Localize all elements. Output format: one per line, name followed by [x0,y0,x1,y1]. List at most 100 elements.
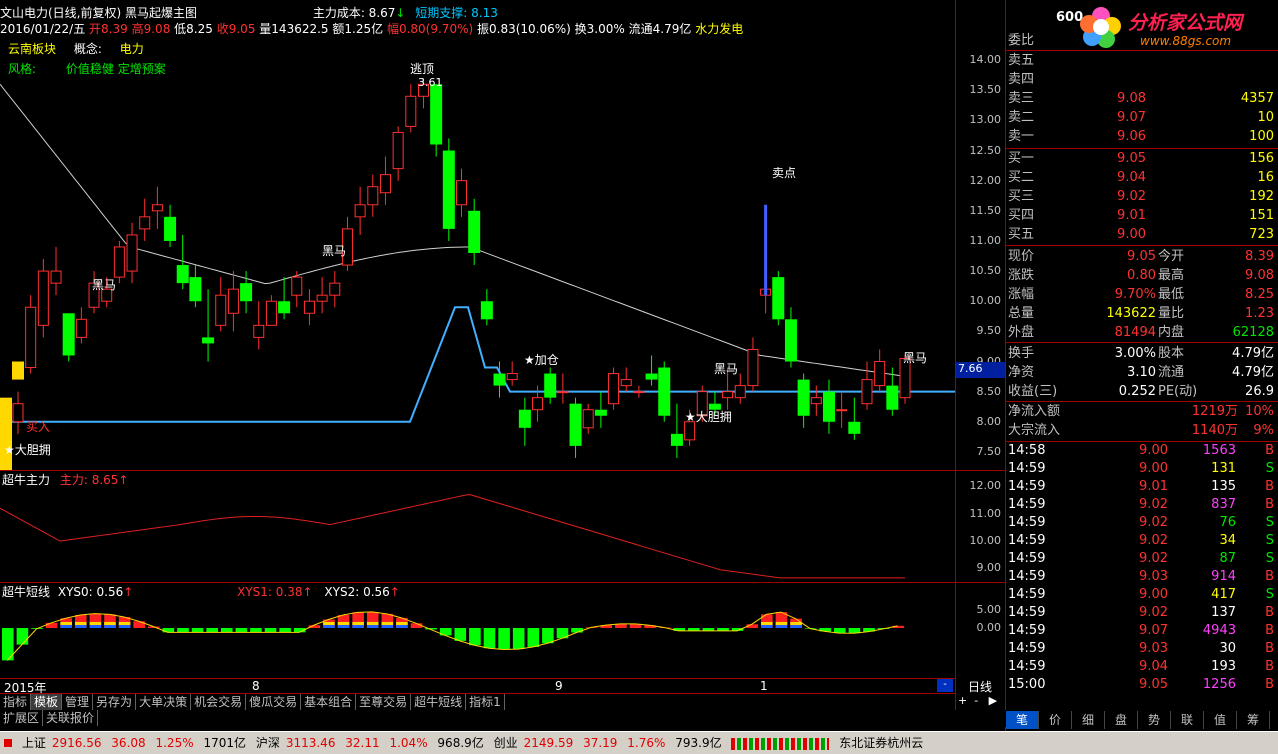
buy-level-row: 买三 9.02 192 [1008,189,1274,204]
histogram-bar [45,622,58,628]
hs-amount: 968.9亿 [437,736,484,750]
scroll-minus-button[interactable]: - [937,679,953,692]
quote-tab-2[interactable]: 细 [1072,711,1105,729]
indicator2-axis-tick: 0.00 [976,621,1002,634]
histogram-bar [206,628,218,633]
tick-row: 14:58 9.00 1563 B [1008,443,1274,458]
candle [75,307,87,344]
quote-tab-6[interactable]: 值 [1204,711,1237,729]
quote-panel: 600 委比 卖五 卖四 卖三 9.08 4357 卖二 9.07 10 卖一 9.06 100 买一 9… [1006,0,1278,710]
candle [316,277,328,314]
candle [544,367,557,404]
flower-logo-icon [1080,7,1121,48]
buy-level-row: 买四 9.01 151 [1008,208,1274,223]
candle [658,361,671,422]
price-axis-tick: 10.50 [969,264,1002,278]
tab-8[interactable]: 至尊交易 [356,694,412,710]
quote-tab-1[interactable]: 价 [1039,711,1072,729]
extension-bar: 扩展区 关联报价 [0,710,1006,727]
bold-buy-label-1: ★大胆拥 [4,443,51,457]
quote-stat-row: 外盘 81494 内盘 62128 [1008,325,1274,340]
quote-tab-4[interactable]: 势 [1138,711,1171,729]
tab-7[interactable]: 基本组合 [301,694,357,710]
tick-row: 14:59 9.02 34 S [1008,533,1274,548]
tab-3[interactable]: 另存为 [93,694,137,710]
logo-url: www.88gs.com [1140,34,1232,48]
heima-label-1: 黑马 [92,278,117,292]
candle [608,367,620,410]
candle [253,301,265,350]
cy-label[interactable]: 创业 [494,736,518,750]
candle [836,391,848,428]
hs-label[interactable]: 沪深 [256,736,280,750]
candle [329,271,341,308]
quote-stat2-row: 换手 3.00% 股本 4.79亿 [1008,346,1274,361]
candle [12,391,24,434]
histogram-bar [381,613,394,628]
price-axis-tick: 8.00 [976,414,1002,428]
time-axis-jan: 1 [760,679,768,693]
bar-volume: 量143622.5 [259,22,329,36]
histogram-bar [220,628,233,633]
quote-tab-5[interactable]: 联 [1171,711,1204,729]
market-status-bar: 上证 2916.56 36.08 1.25% 1701亿 沪深 3113.46 32… [0,731,1278,754]
histogram-bar [790,618,802,628]
histogram-bar [542,628,554,644]
yellow-signal-bar [0,397,12,470]
indicator2-axis: 5.00 0.00 [955,582,1005,678]
buy-level-row: 买五 9.00 723 [1008,227,1274,242]
price-axis-tick: 11.50 [969,203,1002,217]
add-position-label: ★加仓 [524,353,559,367]
candle [278,277,291,320]
candle [734,373,746,404]
candlestick-chart[interactable] [0,36,955,470]
tab-4[interactable]: 大单决策 [136,694,192,710]
candle [848,397,861,440]
tick-row: 14:59 9.00 417 S [1008,587,1274,602]
sell-level-row: 卖四 [1008,72,1035,87]
period-label[interactable]: 日线 [968,678,992,695]
histogram-bar [337,614,350,628]
hs-change: 32.11 [345,736,380,750]
time-axis-aug: 8 [252,679,260,693]
cy-change: 37.19 [583,736,618,750]
sh-label[interactable]: 上证 [22,736,46,750]
candle [37,259,49,338]
tab-1[interactable]: 模板 [31,694,63,710]
zoom-buttons[interactable]: + - ▶ [958,694,997,707]
candle [405,84,417,133]
ext-tab-0[interactable]: 扩展区 [0,710,44,726]
heima-label-3: 黑马 [714,362,739,376]
cursor-price-box: 7.66 [955,362,1005,378]
sh-percent: 1.25% [155,736,194,750]
bar-open: 开8.39 [89,22,128,36]
quote-tab-7[interactable]: 筹 [1237,711,1270,729]
tab-5[interactable]: 机会交易 [191,694,247,710]
indicator1-chart[interactable] [0,470,955,582]
tab-2[interactable]: 管理 [62,694,94,710]
bar-amplitude: 振0.83(10.06%) [477,22,571,36]
tab-0[interactable]: 指标 [0,694,32,710]
histogram-bar [366,611,379,628]
histogram-bar [469,628,481,646]
bar-high: 高9.08 [131,22,171,36]
quote-tab-3[interactable]: 盘 [1105,711,1138,729]
tab-9[interactable]: 超牛短线 [411,694,467,710]
ext-tab-1[interactable]: 关联报价 [43,710,99,726]
tab-10[interactable]: 指标1 [466,694,505,710]
quote-tab-0[interactable]: 笔 [1006,711,1039,729]
indicator1-axis: 12.00 11.00 10.00 9.00 [955,470,1005,582]
indicator2-chart[interactable] [0,582,955,678]
support-label: 短期支撑: 8.13 [415,6,498,20]
cost-line [0,306,955,423]
histogram-bar [191,628,204,633]
histogram-bar [454,628,467,641]
candle [670,403,683,458]
candle [822,379,835,434]
fund-flow-row: 净流入额 1219万 10% [1008,404,1274,419]
indicator1-axis-tick: 10.00 [969,534,1002,548]
histogram-bar [133,621,145,628]
buy-label: 买入 [26,420,51,434]
quote-panel-tabs: 笔价细盘势联值筹 [1006,711,1278,731]
tab-6[interactable]: 傻瓜交易 [246,694,302,710]
